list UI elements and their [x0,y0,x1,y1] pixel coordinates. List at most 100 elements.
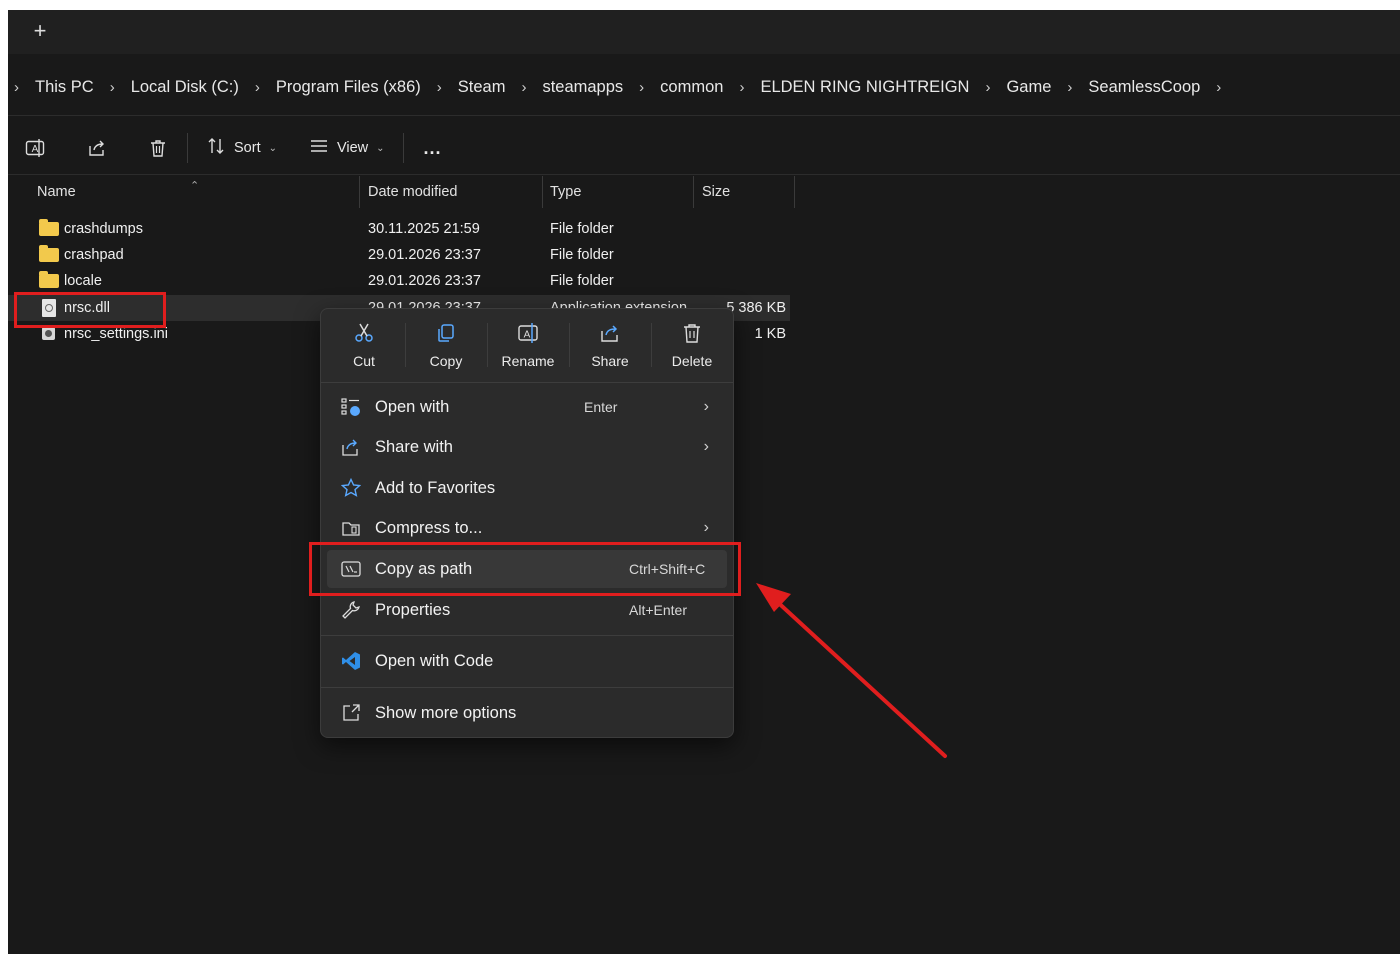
chevron-right-icon[interactable]: › [247,79,268,96]
column-header-row: Name ⌃ Date modified Type Size [8,176,1400,208]
breadcrumb[interactable]: › This PC › Local Disk (C:) › Program Fi… [8,68,1400,106]
toolbar-divider [402,133,404,163]
chevron-right-icon[interactable]: › [1059,79,1080,96]
svg-text:A: A [524,330,531,341]
command-bar: A Sort ⌄ View ⌄ ... [8,125,1400,171]
breadcrumb-item[interactable]: Steam [450,78,514,97]
file-date: 30.11.2025 21:59 [368,221,480,237]
wrench-icon [341,600,361,620]
menu-item-shortcut: Alt+Enter [629,602,687,618]
column-divider[interactable] [359,176,360,208]
delete-icon[interactable] [143,133,173,163]
svg-text:A: A [32,144,39,155]
cut-label: Cut [353,353,375,369]
rename-button[interactable]: A Rename [487,319,569,379]
breadcrumb-item[interactable]: Game [998,78,1059,97]
menu-item-share-with[interactable]: Share with › [327,428,727,466]
sort-ascending-icon: ⌃ [190,180,200,192]
scissors-icon [323,319,405,347]
column-header-type[interactable]: Type [550,176,581,208]
copy-icon [405,319,487,347]
menu-item-properties[interactable]: Properties Alt+Enter [327,591,727,629]
file-row[interactable]: crashdumps 30.11.2025 21:59 File folder [8,216,808,242]
breadcrumb-item[interactable]: ELDEN RING NIGHTREIGN [752,78,977,97]
vscode-icon [341,651,361,671]
sort-button[interactable]: Sort ⌄ [206,136,277,160]
divider [8,174,1400,175]
copy-label: Copy [429,353,463,369]
divider [8,115,1400,116]
chevron-right-icon[interactable]: › [8,79,27,96]
ini-file-icon [42,327,55,340]
file-type: File folder [550,247,614,263]
open-with-icon [341,397,361,417]
menu-item-label: Properties [375,601,451,619]
chevron-right-icon[interactable]: › [513,79,534,96]
file-type: File folder [550,273,614,289]
view-button[interactable]: View ⌄ [309,136,385,160]
archive-icon [341,518,361,538]
file-date: 29.01.2026 23:37 [368,247,481,263]
column-divider[interactable] [542,176,543,208]
delete-icon [651,319,733,347]
file-name: locale [64,273,102,289]
menu-divider [321,382,733,383]
folder-icon [39,271,59,288]
column-header-size[interactable]: Size [702,176,730,208]
file-name: crashpad [64,247,124,263]
share-button[interactable]: Share [569,319,651,379]
menu-item-label: Open with [375,398,450,416]
chevron-right-icon[interactable]: › [102,79,123,96]
more-options-icon [341,703,361,723]
rename-icon[interactable]: A [20,133,50,163]
delete-label: Delete [671,353,713,369]
rename-icon: A [487,319,569,347]
menu-divider [321,635,733,636]
chevron-right-icon[interactable]: › [977,79,998,96]
column-header-name[interactable]: Name [37,176,76,208]
chevron-down-icon: ⌄ [376,142,385,154]
breadcrumb-item[interactable]: Program Files (x86) [268,78,429,97]
column-divider[interactable] [794,176,795,208]
quick-actions-bar: Cut Copy A Rename Share Delete [321,309,733,381]
folder-icon [39,219,59,236]
menu-item-open-with[interactable]: Open with Enter › [327,388,727,426]
chevron-right-icon[interactable]: › [1208,79,1229,96]
cut-button[interactable]: Cut [323,319,405,379]
chevron-right-icon[interactable]: › [631,79,652,96]
rename-label: Rename [501,353,555,369]
star-icon [341,478,361,498]
menu-item-open-with-code[interactable]: Open with Code [327,642,727,680]
file-row[interactable]: locale 29.01.2026 23:37 File folder [8,268,808,294]
delete-button[interactable]: Delete [651,319,733,379]
new-tab-button[interactable]: + [30,20,50,42]
menu-item-show-more-options[interactable]: Show more options [327,694,727,732]
breadcrumb-item[interactable]: SeamlessCoop [1080,78,1208,97]
breadcrumb-item[interactable]: This PC [27,78,102,97]
highlight-box-copy-as-path [309,542,741,596]
context-menu: Cut Copy A Rename Share Delete Open with… [320,308,734,738]
more-options-button[interactable]: ... [424,138,442,159]
menu-item-shortcut: Enter [584,399,618,415]
copy-button[interactable]: Copy [405,319,487,379]
breadcrumb-item[interactable]: common [652,78,731,97]
breadcrumb-item[interactable]: Local Disk (C:) [123,78,247,97]
sort-label: Sort [234,140,261,156]
file-row[interactable]: crashpad 29.01.2026 23:37 File folder [8,242,808,268]
breadcrumb-item[interactable]: steamapps [534,78,631,97]
file-name: crashdumps [64,221,143,237]
share-icon[interactable] [82,133,112,163]
menu-item-label: Open with Code [375,652,494,670]
menu-item-add-favorites[interactable]: Add to Favorites [327,469,727,507]
chevron-right-icon[interactable]: › [731,79,752,96]
chevron-right-icon: › [703,398,709,415]
share-label: Share [591,353,629,369]
menu-item-label: Share with [375,438,453,456]
sort-icon [206,136,226,160]
highlight-box-file [14,292,166,328]
chevron-right-icon: › [703,438,709,455]
view-label: View [336,140,369,156]
chevron-right-icon[interactable]: › [429,79,450,96]
column-header-date[interactable]: Date modified [368,176,457,208]
column-divider[interactable] [693,176,694,208]
